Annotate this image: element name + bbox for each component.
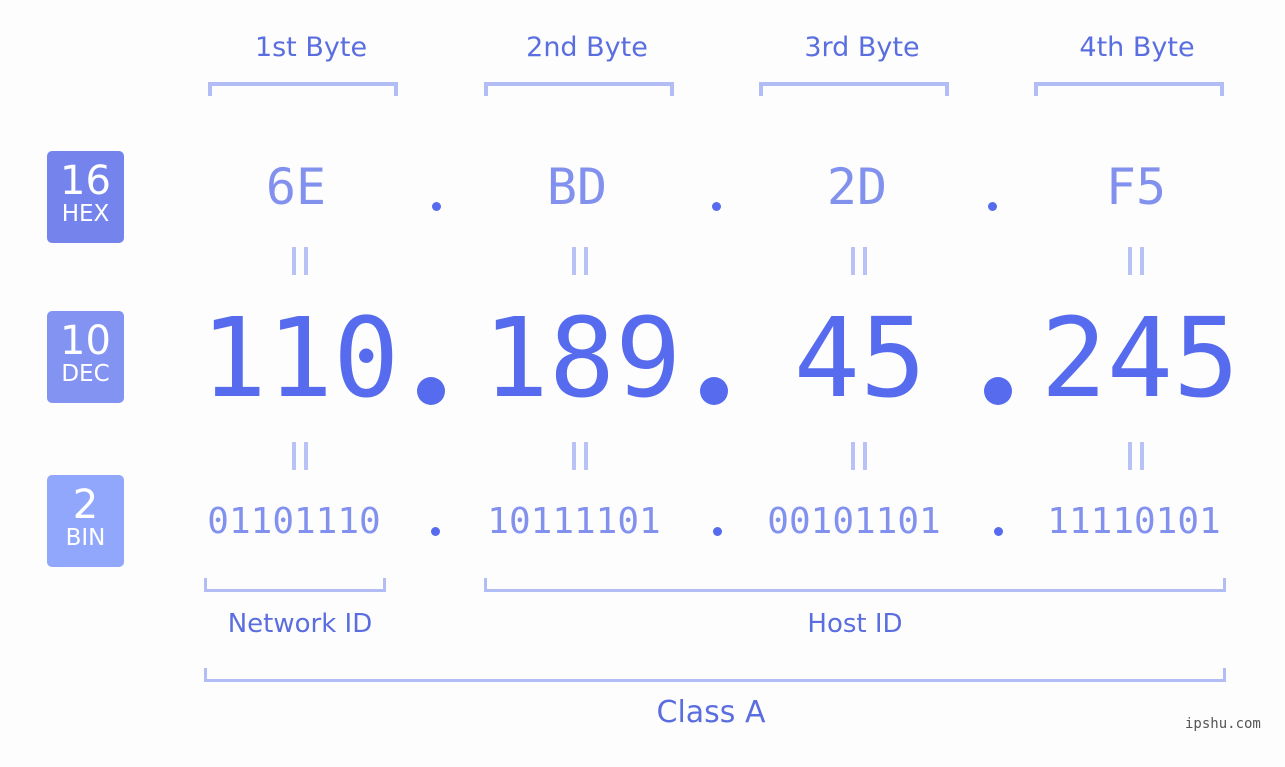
byte-bracket-2 bbox=[484, 82, 674, 96]
byte-bracket-4 bbox=[1034, 82, 1224, 96]
equals-icon bbox=[572, 442, 588, 470]
dec-separator-2 bbox=[700, 377, 728, 405]
byte-header-1: 1st Byte bbox=[254, 32, 368, 63]
equals-icon bbox=[292, 442, 308, 470]
bin-separator-1 bbox=[431, 527, 440, 536]
dec-badge: 10 DEC bbox=[47, 311, 124, 403]
dec-byte-3: 45 bbox=[793, 294, 927, 422]
hex-separator-2 bbox=[712, 202, 721, 211]
bin-byte-2: 10111101 bbox=[487, 501, 661, 542]
hex-separator-1 bbox=[432, 202, 441, 211]
class-bracket bbox=[204, 668, 1226, 682]
bin-separator-2 bbox=[713, 527, 722, 536]
byte-header-3: 3rd Byte bbox=[804, 32, 920, 63]
equals-icon bbox=[572, 247, 588, 275]
dec-badge-number: 10 bbox=[60, 318, 111, 364]
hex-badge: 16 HEX bbox=[47, 151, 124, 243]
hex-byte-2: BD bbox=[546, 158, 608, 216]
dec-byte-2: 189 bbox=[482, 294, 682, 422]
byte-header-4: 4th Byte bbox=[1079, 32, 1195, 63]
hex-byte-1: 6E bbox=[265, 158, 327, 216]
byte-bracket-3 bbox=[759, 82, 949, 96]
bin-badge: 2 BIN bbox=[47, 475, 124, 567]
network-id-bracket bbox=[204, 578, 386, 592]
byte-header-2: 2nd Byte bbox=[526, 32, 648, 63]
class-label: Class A bbox=[656, 695, 766, 730]
host-id-label: Host ID bbox=[807, 609, 903, 639]
dec-byte-1: 110 bbox=[200, 294, 400, 422]
host-id-bracket bbox=[484, 578, 1226, 592]
hex-byte-4: F5 bbox=[1105, 158, 1167, 216]
equals-icon bbox=[1128, 442, 1144, 470]
dec-badge-label: DEC bbox=[61, 361, 110, 387]
dec-separator-1 bbox=[417, 377, 445, 405]
hex-badge-number: 16 bbox=[60, 158, 111, 204]
bin-separator-3 bbox=[994, 527, 1003, 536]
equals-icon bbox=[1128, 247, 1144, 275]
hex-byte-3: 2D bbox=[826, 158, 888, 216]
equals-icon bbox=[292, 247, 308, 275]
equals-icon bbox=[851, 442, 867, 470]
dec-byte-4: 245 bbox=[1040, 294, 1240, 422]
network-id-label: Network ID bbox=[227, 609, 373, 639]
hex-badge-label: HEX bbox=[61, 201, 110, 227]
watermark: ipshu.com bbox=[1185, 716, 1261, 732]
bin-badge-number: 2 bbox=[72, 482, 99, 528]
bin-byte-4: 11110101 bbox=[1047, 501, 1221, 542]
bin-byte-3: 00101101 bbox=[767, 501, 941, 542]
bin-byte-1: 01101110 bbox=[207, 501, 381, 542]
bin-badge-label: BIN bbox=[65, 525, 106, 551]
hex-separator-3 bbox=[988, 202, 997, 211]
equals-icon bbox=[851, 247, 867, 275]
dec-separator-3 bbox=[984, 377, 1012, 405]
byte-bracket-1 bbox=[208, 82, 398, 96]
